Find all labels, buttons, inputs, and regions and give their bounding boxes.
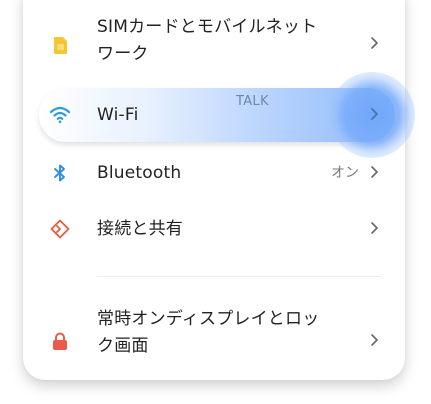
settings-card: SIMカードとモバイルネット ワーク Wi-Fi TALK Bluetooth … xyxy=(23,0,415,380)
connection-sharing-icon xyxy=(49,218,71,240)
chevron-right-icon xyxy=(369,219,381,237)
chevron-right-icon xyxy=(369,105,381,123)
bluetooth-icon xyxy=(49,162,71,184)
chevron-right-icon xyxy=(369,331,381,349)
chevron-right-icon xyxy=(369,163,381,181)
bluetooth-label: Bluetooth xyxy=(97,163,182,183)
bluetooth-status-value: オン xyxy=(331,165,359,181)
settings-row-connection-sharing[interactable]: 接続と共有 xyxy=(23,204,405,254)
section-divider xyxy=(97,276,381,277)
settings-row-aod-lock-screen[interactable]: 常時オンディスプレイとロッ ク画面 xyxy=(23,306,405,380)
aod-label-line2: ク画面 xyxy=(97,336,149,356)
settings-row-sim[interactable]: SIMカードとモバイルネット ワーク xyxy=(23,0,405,86)
connection-sharing-label: 接続と共有 xyxy=(97,219,183,239)
talk-overlay-label: TALK xyxy=(236,94,269,109)
chevron-right-icon xyxy=(369,34,381,52)
lock-icon xyxy=(49,330,71,352)
aod-label-line1: 常時オンディスプレイとロッ xyxy=(97,309,320,329)
settings-row-bluetooth[interactable]: Bluetooth オン xyxy=(23,148,405,198)
wifi-icon xyxy=(49,104,71,126)
sim-label-line1: SIMカードとモバイルネット xyxy=(97,17,318,37)
sim-label-line2: ワーク xyxy=(97,44,149,64)
wifi-label: Wi-Fi xyxy=(97,105,139,125)
sim-card-icon xyxy=(49,34,71,56)
